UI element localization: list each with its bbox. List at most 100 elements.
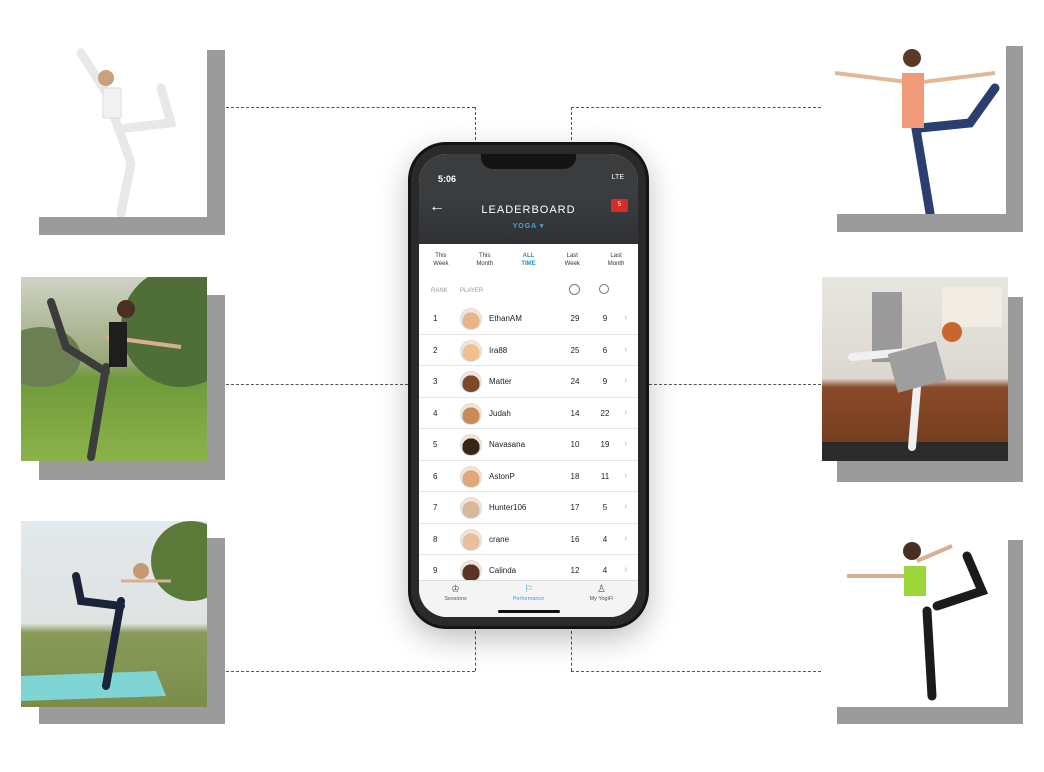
leaderboard-row[interactable]: 1 EthanAM 29 9 ›: [419, 303, 638, 335]
tab-all-time[interactable]: ALL TIME: [507, 244, 551, 276]
medals-count: 22: [600, 408, 610, 418]
yoga-photo-orange-top: [820, 28, 1006, 214]
avatar: [460, 308, 482, 330]
connector-line: [226, 671, 475, 672]
player-name: crane: [489, 534, 510, 544]
phone-screen: 5:06 LTE ← LEADERBOARD YOGA ▾ 5 This Week…: [419, 154, 638, 617]
sessions-count: 18: [570, 471, 580, 481]
connector-line: [226, 384, 408, 385]
chevron-right-icon: ›: [624, 532, 628, 544]
avatar: [460, 528, 482, 551]
connector-line: [571, 107, 572, 140]
sessions-count: 16: [570, 534, 580, 544]
tab-this-week[interactable]: This Week: [419, 244, 463, 276]
rank-number: 3: [433, 377, 438, 386]
chevron-right-icon: ›: [624, 438, 628, 449]
yoga-photo-park: [21, 277, 207, 461]
leaderboard-row[interactable]: 5 Navasana 10 19 ›: [419, 429, 638, 461]
status-signal: LTE: [611, 174, 624, 181]
chevron-right-icon: ›: [624, 406, 628, 418]
column-headers: RANK PLAYER: [419, 278, 638, 300]
tab-sessions[interactable]: ♔ Sessions: [419, 581, 492, 617]
leaderboard-row[interactable]: 4 Judah 14 22 ›: [419, 398, 638, 429]
chevron-right-icon: ›: [624, 501, 628, 512]
medals-count: 6: [602, 345, 608, 355]
sessions-count: 12: [570, 566, 580, 575]
medals-count: 19: [600, 440, 610, 449]
player-header: PLAYER: [460, 288, 484, 294]
home-indicator: [498, 610, 560, 613]
yoga-photo-white-outfit: [21, 33, 207, 217]
phone-mockup: 5:06 LTE ← LEADERBOARD YOGA ▾ 5 This Week…: [408, 142, 649, 629]
connector-line: [571, 671, 821, 672]
medals-count: 5: [602, 503, 608, 512]
player-name: Calinda: [489, 566, 517, 575]
rank-number: 8: [433, 534, 438, 544]
avatar: [460, 497, 482, 519]
crown-icon: ♔: [451, 584, 460, 595]
medals-count: 4: [602, 566, 608, 575]
rank-number: 1: [433, 314, 438, 323]
time-filter-tabs: This Week This Month ALL TIME Last Week Last…: [419, 244, 638, 276]
sessions-count: 25: [570, 345, 580, 355]
avatar: [460, 560, 482, 582]
connector-line: [475, 631, 476, 671]
leaderboard-row[interactable]: 6 AstonP 18 11 ›: [419, 461, 638, 492]
sessions-count: 17: [570, 503, 580, 512]
sessions-count: 29: [570, 314, 580, 323]
sessions-stat-icon: [569, 284, 580, 295]
rank-number: 2: [433, 345, 438, 355]
avatar: [460, 434, 482, 456]
status-time: 5:06: [438, 174, 457, 184]
medals-count: 4: [602, 534, 608, 544]
flag-icon: ⚐: [524, 584, 533, 595]
connector-line: [571, 107, 821, 108]
player-name: Navasana: [489, 440, 526, 449]
rank-number: 6: [433, 471, 438, 481]
player-name: Ira88: [489, 345, 508, 355]
medals-count: 9: [602, 314, 608, 323]
chevron-right-icon: ›: [624, 469, 628, 481]
leaderboard-row[interactable]: 8 crane 16 4 ›: [419, 524, 638, 555]
rank-number: 9: [433, 566, 438, 575]
rank-number: 7: [433, 503, 438, 512]
rank-number: 4: [433, 408, 438, 418]
chevron-right-icon: ›: [624, 375, 628, 386]
rank-number: 5: [433, 440, 438, 449]
connector-line: [226, 107, 475, 108]
sessions-count: 10: [570, 440, 580, 449]
medals-count: 11: [600, 471, 610, 481]
sessions-count: 14: [570, 408, 580, 418]
medals-count: 9: [602, 377, 608, 386]
yoga-photo-black-outfit: [822, 521, 1008, 707]
sessions-count: 24: [570, 377, 580, 386]
leaderboard-list: 1 EthanAM 29 9 › 2 Ira88 25 6 › 3 Matter 24 9 › 4 Judah 1…: [419, 303, 638, 587]
connector-line: [649, 384, 821, 385]
leaderboard-row[interactable]: 3 Matter 24 9 ›: [419, 366, 638, 398]
player-name: Judah: [489, 408, 511, 418]
avatar: [460, 371, 482, 393]
tab-my-yogifi[interactable]: ♙ My YogiFi: [565, 581, 638, 617]
leaderboard-header: ← LEADERBOARD YOGA ▾ 5: [419, 188, 638, 244]
tab-last-month[interactable]: Last Month: [594, 244, 638, 276]
profile-icon: ♙: [597, 584, 606, 595]
chevron-right-icon: ›: [624, 312, 628, 323]
player-name: Hunter106: [489, 503, 527, 512]
avatar: [460, 465, 482, 488]
player-name: EthanAM: [489, 314, 522, 323]
activity-dropdown[interactable]: YOGA ▾: [419, 222, 638, 230]
tab-last-week[interactable]: Last Week: [550, 244, 594, 276]
leaderboard-row[interactable]: 2 Ira88 25 6 ›: [419, 335, 638, 366]
leaderboard-row[interactable]: 7 Hunter106 17 5 ›: [419, 492, 638, 524]
avatar: [460, 402, 482, 425]
chevron-right-icon: ›: [624, 343, 628, 355]
player-name: Matter: [489, 377, 512, 386]
medal-stat-icon: [599, 284, 609, 294]
rank-header: RANK: [431, 288, 448, 294]
phone-notch: [481, 154, 576, 169]
avatar: [460, 339, 482, 362]
tab-this-month[interactable]: This Month: [463, 244, 507, 276]
page-title: LEADERBOARD: [481, 204, 576, 216]
yoga-photo-kitchen: [822, 277, 1008, 461]
notification-badge[interactable]: 5: [611, 199, 628, 212]
